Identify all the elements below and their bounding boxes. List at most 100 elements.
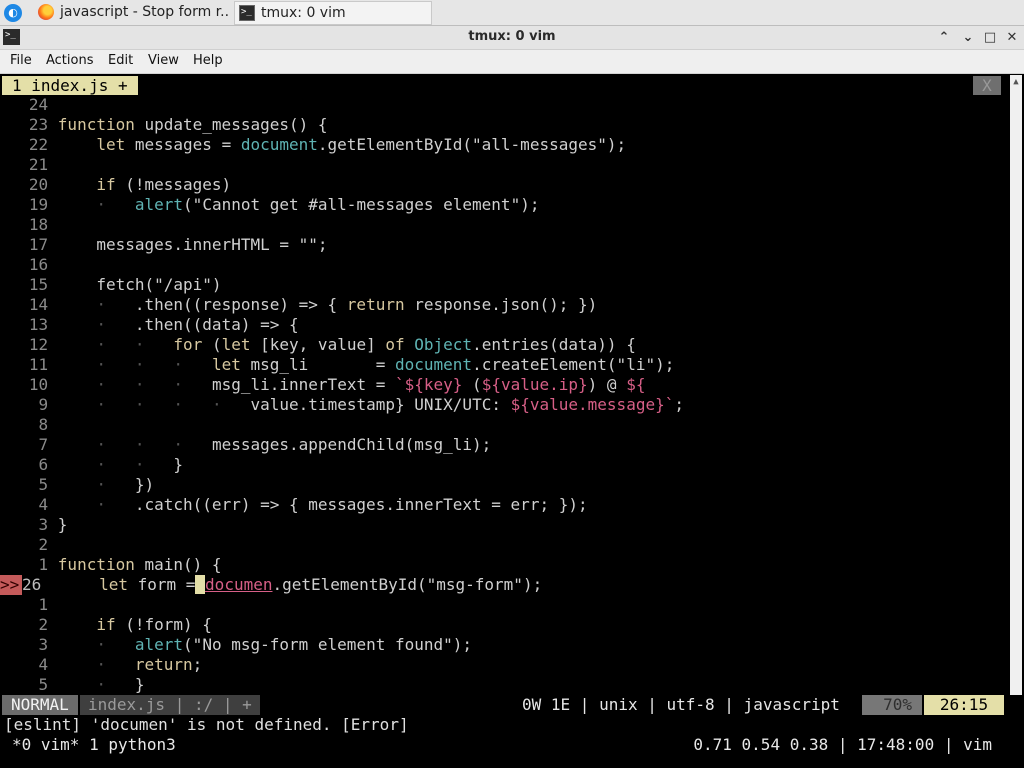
menu-file[interactable]: File <box>10 53 32 68</box>
code-line[interactable]: 6 · · } <box>0 455 184 475</box>
code-text: if (!form) { <box>96 615 212 634</box>
menu-view[interactable]: View <box>148 53 179 68</box>
line-number: 7 <box>0 435 58 454</box>
window-title: tmux: 0 vim <box>468 29 556 44</box>
code-line[interactable]: 3 } <box>0 515 68 535</box>
line-number: 10 <box>0 375 58 394</box>
code-line[interactable]: 3 · alert("No msg-form element found"); <box>0 635 473 655</box>
code-text: messages.innerHTML = ""; <box>57 235 328 254</box>
code-line[interactable]: 20 if (!messages) <box>0 175 231 195</box>
line-number: 5 <box>0 475 58 494</box>
code-line[interactable]: 13 · .then((data) => { <box>0 315 299 335</box>
code-line[interactable]: 17 messages.innerHTML = ""; <box>0 235 328 255</box>
code-line[interactable]: 22 let messages = document.getElementByI… <box>0 135 626 155</box>
menu-actions[interactable]: Actions <box>46 53 94 68</box>
line-number: 20 <box>0 175 58 194</box>
taskbar-task-firefox[interactable]: javascript - Stop form r... <box>34 1 230 25</box>
menu-edit[interactable]: Edit <box>108 53 133 68</box>
code-text: if (!messages) <box>96 175 232 194</box>
code-line[interactable]: 5 · }) <box>0 475 155 495</box>
line-number: 2 <box>0 535 58 554</box>
line-number: 4 <box>0 655 58 674</box>
code-text: · .then((response) => { return response.… <box>96 295 598 314</box>
line-number: 16 <box>0 255 58 274</box>
code-text: · · · let msg_li = document.createElemen… <box>96 355 675 374</box>
code-line[interactable]: 24 <box>0 95 58 115</box>
code-text: let messages = document.getElementById("… <box>96 135 627 154</box>
code-line[interactable]: 8 <box>0 415 58 435</box>
line-number: 1 <box>0 555 58 574</box>
code-line[interactable]: 14 · .then((response) => { return respon… <box>0 295 597 315</box>
code-line[interactable]: 7 · · · messages.appendChild(msg_li); <box>0 435 492 455</box>
menu-bar: File Actions Edit View Help <box>0 50 1024 74</box>
code-line[interactable]: >> 26 let form = documen.getElementById("… <box>0 575 542 595</box>
terminal-area[interactable]: 1 index.js + X ▲ 24 23 function update_m… <box>0 75 1024 768</box>
code-text: } <box>57 515 68 534</box>
vim-tab-index-js[interactable]: 1 index.js + <box>2 76 138 95</box>
code-line[interactable]: 4 · return; <box>0 655 203 675</box>
code-text: · .catch((err) => { messages.innerText =… <box>96 495 588 514</box>
code-line[interactable]: 19 · alert("Cannot get #all-messages ele… <box>0 195 540 215</box>
code-text: function main() { <box>57 555 222 574</box>
line-number: 23 <box>0 115 58 134</box>
vim-message-line: [eslint] 'documen' is not defined. [Erro… <box>4 715 409 734</box>
line-number: 17 <box>0 235 58 254</box>
error-sign-icon: >> <box>0 575 22 595</box>
code-line[interactable]: 1 function main() { <box>0 555 222 575</box>
code-text: · · · msg_li.innerText = `${key} (${valu… <box>96 375 646 394</box>
tmux-status-right: 0.71 0.54 0.38 | 17:48:00 | vim <box>693 735 992 754</box>
code-line[interactable]: 2 if (!form) { <box>0 615 212 635</box>
task-label: javascript - Stop form r... <box>60 4 230 20</box>
code-line[interactable]: 21 <box>0 155 58 175</box>
line-number: 3 <box>0 515 58 534</box>
minimize-button[interactable]: ⌄ <box>958 28 978 48</box>
menu-help[interactable]: Help <box>193 53 223 68</box>
taskbar-task-terminal[interactable]: >_ tmux: 0 vim <box>234 1 432 25</box>
code-text: · · · · value.timestamp} UNIX/UTC: ${val… <box>96 395 684 414</box>
close-button[interactable]: ✕ <box>1002 28 1022 48</box>
scroll-up-icon[interactable]: ▲ <box>1010 77 1022 87</box>
vim-file-meta: 0W 1E | unix | utf-8 | javascript <box>522 695 840 714</box>
code-line[interactable]: 18 <box>0 215 58 235</box>
app-menu-icon[interactable]: ◐ <box>4 4 22 22</box>
line-number: 18 <box>0 215 58 234</box>
code-line[interactable]: 11 · · · let msg_li = document.createEle… <box>0 355 674 375</box>
scrollbar[interactable] <box>1010 75 1022 695</box>
line-number: 3 <box>0 635 58 654</box>
code-line[interactable]: 16 <box>0 255 58 275</box>
line-number: 24 <box>0 95 58 114</box>
code-line[interactable]: 12 · · for (let [key, value] of Object.e… <box>0 335 636 355</box>
collapse-button[interactable]: ⌃ <box>934 28 954 48</box>
maximize-button[interactable]: □ <box>980 28 1000 48</box>
code-text: · · for (let [key, value] of Object.entr… <box>96 335 636 354</box>
tmux-statusbar: *0 vim* 1 python3 0.71 0.54 0.38 | 17:48… <box>0 735 1024 755</box>
line-number: 14 <box>0 295 58 314</box>
code-line[interactable]: 5 · } <box>0 675 145 695</box>
taskbar: ◐ javascript - Stop form r... >_ tmux: 0… <box>0 0 1024 26</box>
vim-mode: NORMAL <box>2 695 78 715</box>
code-line[interactable]: 9 · · · · value.timestamp} UNIX/UTC: ${v… <box>0 395 684 415</box>
vim-file-info: index.js | :/ | + <box>80 695 260 715</box>
line-number: 13 <box>0 315 58 334</box>
window-titlebar[interactable]: >_ tmux: 0 vim ⌃ ⌄ □ ✕ <box>0 26 1024 50</box>
vim-tab-close-button[interactable]: X <box>973 76 1001 95</box>
code-line[interactable]: 1 <box>0 595 58 615</box>
line-number: 1 <box>0 595 58 614</box>
vim-scroll-percent: 70% <box>862 695 922 715</box>
tmux-windows: *0 vim* 1 python3 <box>12 735 176 754</box>
line-number: 22 <box>0 135 58 154</box>
code-line[interactable]: 4 · .catch((err) => { messages.innerText… <box>0 495 588 515</box>
code-line[interactable]: 15 fetch("/api") <box>0 275 222 295</box>
terminal-icon: >_ <box>239 5 255 21</box>
task-label: tmux: 0 vim <box>261 5 346 21</box>
code-line[interactable]: 23 function update_messages() { <box>0 115 328 135</box>
code-line[interactable]: 2 <box>0 535 58 555</box>
line-number: 9 <box>0 395 58 414</box>
text-cursor <box>195 575 206 594</box>
code-text: · alert("No msg-form element found"); <box>96 635 473 654</box>
vim-cursor-position: 26:15 <box>924 695 1004 715</box>
line-number: 15 <box>0 275 58 294</box>
code-text: fetch("/api") <box>57 275 222 294</box>
code-line[interactable]: 10 · · · msg_li.innerText = `${key} (${v… <box>0 375 646 395</box>
line-number: 6 <box>0 455 58 474</box>
